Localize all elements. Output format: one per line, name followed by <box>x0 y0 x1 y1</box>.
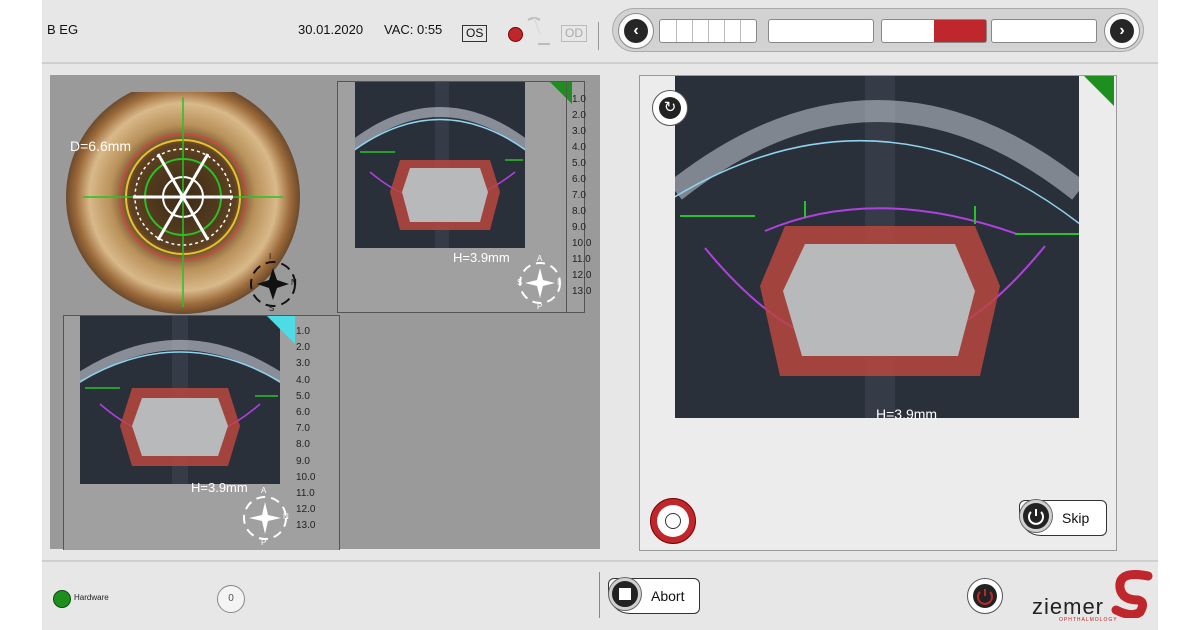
chevron-right-icon: › <box>1110 19 1134 43</box>
next-step-button[interactable]: › <box>1104 13 1140 49</box>
progress-active-indicator <box>934 20 986 42</box>
ruler-tick-label: 7.0 <box>296 423 310 435</box>
power-icon <box>973 584 997 608</box>
ruler-tick-label: 2.0 <box>572 110 586 121</box>
oct-scan-image <box>355 82 525 248</box>
depth-ruler-top: 1.0 2.0 3.0 4.0 5.0 6.0 7.0 8.0 9.0 10.0 11.0 12.0 1… <box>572 94 591 304</box>
eye-toggle-icon <box>527 17 550 45</box>
ruler-tick-label: 6.0 <box>296 407 310 418</box>
orientation-compass-icon: A S I P <box>517 254 561 311</box>
chevron-left-icon: ‹ <box>624 19 648 43</box>
status-corner-icon <box>1084 76 1114 106</box>
vac-timer: VAC: 0:55 <box>384 22 443 37</box>
power-icon <box>1020 500 1052 532</box>
refresh-button[interactable]: ↻ <box>652 90 688 126</box>
header-separator <box>598 22 599 50</box>
ruler-tick-label: 11.0 <box>296 488 315 499</box>
ruler-tick-label: 7.0 <box>572 190 586 201</box>
power-button[interactable] <box>967 578 1003 614</box>
progress-segment-3 <box>881 19 987 43</box>
app-window: B EG 30.01.2020 VAC: 0:55 OS OD ‹ › D=6.… <box>42 0 1158 630</box>
scan-view-bottom: H=3.9mm A N P 1.0 2.0 3.0 4.0 5.0 6.0 7.0 8.0 9.… <box>63 315 340 550</box>
scan-view-top: H=3.9mm A S I P 1.0 2.0 3.0 4.0 5.0 6.0 7.0 8.0… <box>337 81 591 313</box>
footer-separator <box>599 572 600 618</box>
date-label: 30.01.2020 <box>298 22 364 37</box>
ruler-tick-label: 4.0 <box>296 374 310 386</box>
ruler-tick-label: 10.0 <box>572 238 592 249</box>
hardware-status-icon <box>53 590 71 608</box>
step-navigator: ‹ › <box>612 8 1144 52</box>
oct-scan-image <box>80 316 280 484</box>
ruler-tick-label: 11.0 <box>572 254 591 265</box>
stop-icon <box>609 578 641 610</box>
header-bar: B EG 30.01.2020 VAC: 0:55 OS OD ‹ › <box>42 0 1158 64</box>
progress-segment-2 <box>768 19 874 43</box>
ruler-tick-label: 3.0 <box>296 358 310 370</box>
ruler-tick-label: 2.0 <box>296 342 310 354</box>
prev-step-button[interactable]: ‹ <box>618 13 654 49</box>
eye-indicator-icon <box>508 27 523 42</box>
record-button[interactable] <box>650 498 696 544</box>
abort-button[interactable]: Abort <box>608 578 700 614</box>
counter-badge: 0 <box>217 585 245 613</box>
hardware-label: Hardware <box>74 593 109 602</box>
ruler-tick-label: 1.0 <box>572 94 586 105</box>
ruler-tick-label: 12.0 <box>572 270 592 281</box>
detail-panel: H=3.9mm ↻ Skip <box>639 75 1117 551</box>
ruler-tick-label: 8.0 <box>572 206 586 217</box>
diameter-label: D=6.6mm <box>70 138 132 154</box>
ruler-tick-label: 1.0 <box>296 326 310 337</box>
ruler-tick-label: 5.0 <box>296 390 310 402</box>
ruler-tick-label: 13.0 <box>296 520 316 532</box>
eye-od-button[interactable]: OD <box>561 25 587 42</box>
ruler-tick-label: 4.0 <box>572 142 586 153</box>
ruler-tick-label: 8.0 <box>296 439 310 451</box>
ruler-tick-label: 10.0 <box>296 471 316 483</box>
ruler-tick-label: 12.0 <box>296 504 316 516</box>
ruler-tick-label: 5.0 <box>572 158 586 169</box>
status-corner-icon <box>550 82 572 104</box>
ruler-tick-label: 13.0 <box>572 286 592 297</box>
skip-button[interactable]: Skip <box>1019 500 1107 536</box>
oct-scan-large-image <box>675 76 1079 418</box>
ruler-tick-label: 6.0 <box>572 174 586 185</box>
status-corner-icon <box>267 316 295 344</box>
orientation-compass-icon: I N S <box>247 252 299 313</box>
eye-os-button[interactable]: OS <box>462 25 488 42</box>
record-icon <box>665 513 681 529</box>
ruler-tick-label: 9.0 <box>296 455 310 467</box>
progress-segment-1 <box>659 19 757 43</box>
brand-logo-icon <box>1111 570 1153 618</box>
brand-subtitle: OPHTHALMOLOGY <box>1059 617 1118 623</box>
patient-name: B EG <box>47 22 79 37</box>
progress-segment-4 <box>991 19 1097 43</box>
orientation-compass-icon: A N P <box>239 486 291 547</box>
height-label-large: H=3.9mm <box>876 406 938 422</box>
depth-ruler-bottom: 1.0 2.0 3.0 4.0 5.0 6.0 7.0 8.0 9.0 10.0 11.0 12.0 1… <box>296 326 336 542</box>
overview-panel: D=6.6mm I N S H=3.9mm A S I P 1.0 2.0 3.… <box>50 75 600 550</box>
ruler-tick-label: 3.0 <box>572 126 586 137</box>
ruler-tick-label: 9.0 <box>572 222 586 233</box>
height-label-top: H=3.9mm <box>453 250 510 265</box>
refresh-icon: ↻ <box>659 97 681 119</box>
